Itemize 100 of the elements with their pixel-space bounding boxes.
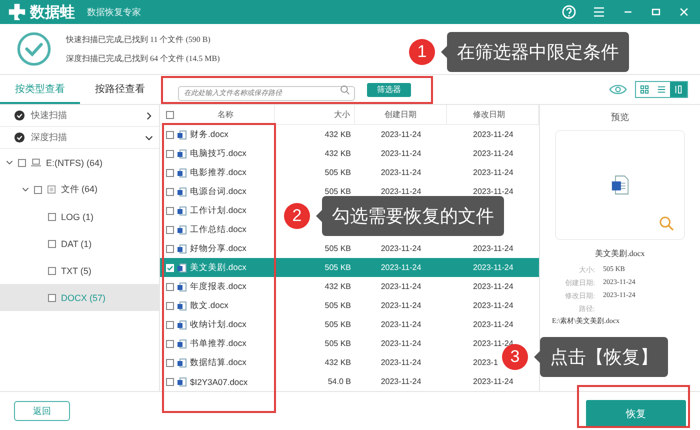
check-icon [14,132,25,143]
created-date: 2023-11-24 [380,282,422,291]
document-icon [177,320,187,330]
checkbox[interactable] [166,188,174,196]
checkbox[interactable] [166,320,174,328]
created-date: 2023-11-24 [380,244,422,253]
checkbox[interactable] [166,264,174,272]
tree-item[interactable]: DAT (1) [0,230,159,257]
document-icon [177,358,187,368]
word-document-icon [611,175,629,195]
modified-date: 2023-11-24 [473,149,514,158]
created-date: 2023-11-24 [380,130,422,139]
search-icon [340,85,350,95]
file-name: 年度报表.docx [190,280,246,292]
tree-item[interactable]: 文件 (64) [0,176,159,203]
created-date: 2023-11-24 [380,320,422,329]
step-badge: 2 [284,203,310,229]
checkbox[interactable] [166,130,174,138]
created-date: 2023-11-24 [380,301,422,310]
scan-item[interactable]: 快速扫描 [0,105,159,127]
chevron-down-icon[interactable] [145,134,153,142]
checkbox[interactable] [48,240,56,248]
file-name: 好物分享.docx [190,242,246,254]
chevron-right-icon[interactable] [145,112,153,120]
created-date: 2023-11-24 [380,149,422,158]
column-header[interactable]: 修改日期 [447,105,539,124]
document-icon [177,376,187,386]
view-tab[interactable]: 按路径查看 [80,75,160,104]
file-name: 收纳计划.docx [190,318,246,330]
document-icon [177,244,187,254]
document-icon [177,338,187,348]
checkbox[interactable] [166,244,174,252]
file-size: 432 KB [324,282,351,291]
search-icon[interactable] [659,216,674,231]
tree-item[interactable]: TXT (5) [0,257,159,284]
app-name: 数据蛙 [30,2,75,22]
file-size: 432 KB [324,358,351,367]
modified-date: 2023-11-24 [473,168,514,177]
tree-item[interactable]: E:(NTFS) (64) [0,149,159,176]
step-badge: 1 [409,39,435,65]
checkbox[interactable] [48,294,56,302]
created-date: 2023-11-24 [380,187,422,196]
file-name: 财务.docx [190,128,228,140]
document-icon [177,148,187,158]
modified-date: 2023-11-24 [473,263,514,272]
close-icon[interactable] [678,6,690,18]
document-icon [177,282,187,292]
checkbox[interactable] [34,186,42,194]
checkbox[interactable] [48,212,56,220]
back-button[interactable]: 返回 [14,401,70,421]
column-header[interactable]: 大小 [275,105,355,124]
file-name: 工作计划.docx [190,204,246,216]
created-date: 2023-11-24 [380,377,422,386]
file-name: 电脑技巧.docx [190,148,246,160]
tree-item[interactable]: LOG (1) [0,203,159,230]
file-name: 电源台词.docx [190,186,246,198]
eye-icon[interactable] [609,84,627,95]
scan-item[interactable]: 深度扫描 [0,127,159,149]
file-size: 505 KB [324,244,351,253]
created-date: 2023-11-24 [380,339,422,348]
column-header[interactable]: 名称 [160,105,275,124]
chevron-down-icon[interactable] [6,159,13,166]
checkbox[interactable] [166,150,174,158]
chevron-down-icon[interactable] [22,186,29,193]
document-icon [177,130,187,140]
checkbox[interactable] [18,158,26,166]
checkbox[interactable] [166,378,174,386]
checkbox[interactable] [166,206,174,214]
list-icon [657,85,666,94]
view-tab[interactable]: 按类型查看 [0,75,80,104]
checkbox[interactable] [48,266,56,274]
logo-icon [8,3,26,21]
file-size: 432 KB [324,130,351,139]
file-name: 书单推荐.docx [190,338,246,350]
folder-icon [47,185,56,194]
check-icon [14,110,25,121]
checkbox[interactable] [166,340,174,348]
menu-icon[interactable] [592,5,606,19]
document-icon [177,168,187,178]
preview-title: 预览 [611,111,629,124]
created-date: 2023-11-24 [380,358,422,367]
modified-date: 2023-11-24 [473,282,514,291]
column-header[interactable]: 创建日期 [355,105,447,124]
checkbox[interactable] [166,302,174,310]
file-size: 505 KB [324,339,351,348]
grid-icon [640,85,649,94]
help-icon[interactable] [562,5,576,19]
checkbox[interactable] [166,282,174,290]
scan-summary: 深度扫描已完成,已找到 64 个文件 (14.5 MB) [66,53,220,64]
checkbox[interactable] [166,358,174,366]
checkbox[interactable] [166,168,174,176]
created-date: 2023-11-24 [380,263,422,272]
modified-date: 2023-11-24 [473,130,514,139]
detail-view-button[interactable] [670,82,687,97]
file-size: 505 KB [324,263,351,272]
file-size: 505 KB [324,320,351,329]
checkbox[interactable] [166,226,174,234]
file-name: 数据结算.docx [190,356,246,368]
file-size: 432 KB [324,149,351,158]
maximize-icon[interactable] [650,6,662,18]
